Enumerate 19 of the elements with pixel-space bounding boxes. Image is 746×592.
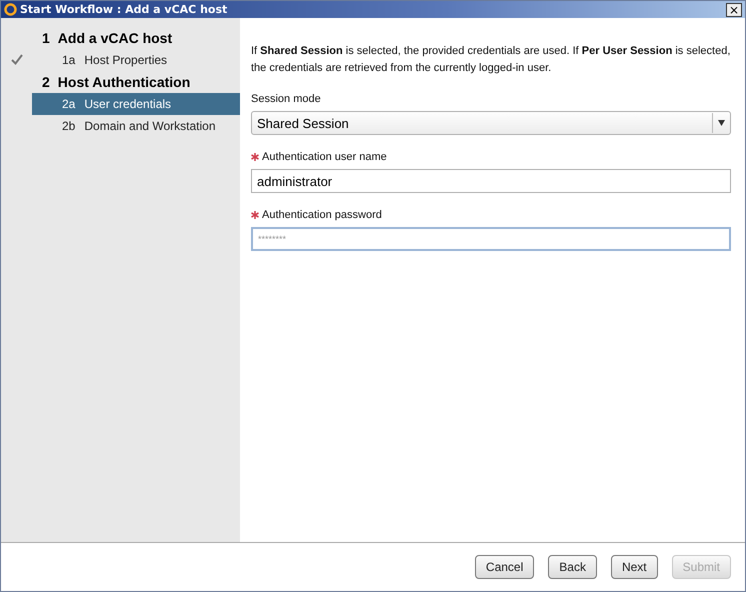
window-title: Start Workflow : Add a vCAC host <box>20 3 228 16</box>
step-title: Host Authentication <box>58 74 190 90</box>
field-label: Authentication password <box>251 209 382 221</box>
substep-item[interactable]: 1a Host Properties <box>32 49 240 71</box>
session-mode-dropdown[interactable]: Shared Session <box>251 111 731 135</box>
field-label: Session mode <box>251 93 321 105</box>
substep-item[interactable]: 2b Domain and Workstation <box>32 115 240 137</box>
footer-button[interactable]: Back <box>548 555 597 579</box>
input-field[interactable]: administrator <box>251 169 731 193</box>
close-button[interactable]: × <box>726 2 742 16</box>
footer-button[interactable]: Next <box>610 555 658 579</box>
field-label: Authentication user name <box>251 151 387 163</box>
step-title: Add a vCAC host <box>58 30 172 46</box>
footer-button[interactable]: Cancel <box>474 555 534 579</box>
step-number: 2 <box>42 74 50 90</box>
app-logo-icon <box>4 3 17 16</box>
step-number: 1 <box>42 30 50 46</box>
substep-item[interactable]: 2a User credentials <box>32 93 240 115</box>
intro-text: If Shared Session is selected, the provided credentials are used. If Per User Session is selected, the credentials are retrieved from the currently logged-in user. <box>251 44 731 76</box>
